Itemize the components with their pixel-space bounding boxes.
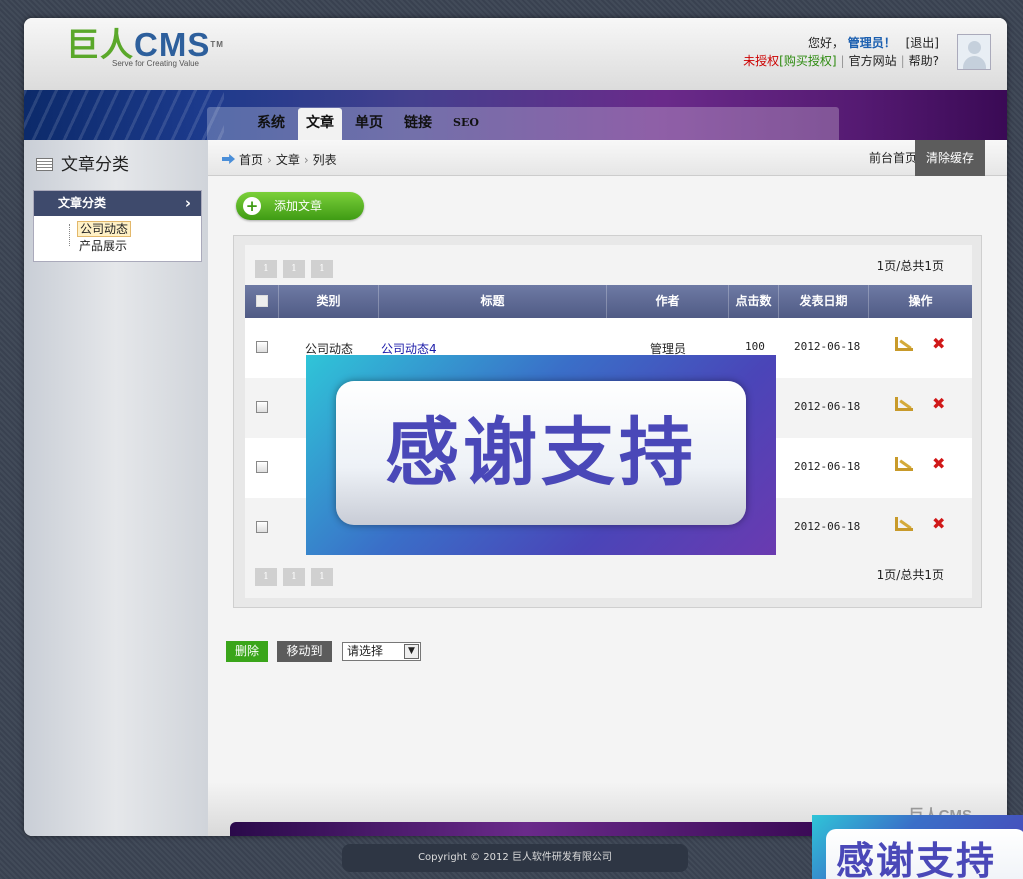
col-date: 发表日期 xyxy=(779,285,869,318)
breadcrumb-bar: 首页 › 文章 › 列表 前台首页 清除缓存 xyxy=(208,140,1007,176)
category-box: 文章分类 › 公司动态 产品展示 xyxy=(33,190,202,262)
col-author: 作者 xyxy=(607,285,729,318)
unauthorized-label: 未授权 xyxy=(743,54,780,68)
add-article-button[interactable]: + 添加文章 xyxy=(236,192,364,220)
delete-icon[interactable]: ✖ xyxy=(932,334,945,353)
breadcrumb-home[interactable]: 首页 xyxy=(239,153,263,167)
chevron-right-icon: › xyxy=(184,194,191,212)
pager-bottom: 1 1 1 1页/总共1页 xyxy=(245,558,972,598)
pager-button[interactable]: 1 xyxy=(311,568,333,586)
row-checkbox[interactable] xyxy=(256,401,268,413)
pager-top: 1 1 1 1页/总共1页 xyxy=(245,245,972,285)
breadcrumb-section[interactable]: 文章 xyxy=(276,153,300,167)
breadcrumb: 首页 › 文章 › 列表 xyxy=(222,151,337,168)
pager-button[interactable]: 1 xyxy=(255,260,277,278)
home-arrow-icon xyxy=(222,154,235,164)
row-date: 2012-06-18 xyxy=(794,340,861,353)
pager-info: 1页/总共1页 xyxy=(876,568,944,582)
avatar[interactable] xyxy=(957,34,991,70)
bulk-actions: 删除 移动到 请选择 ▼ xyxy=(226,641,421,662)
move-to-button[interactable]: 移动到 xyxy=(277,641,332,662)
edit-icon[interactable] xyxy=(895,397,913,411)
row-checkbox[interactable] xyxy=(256,521,268,533)
thanks-overlay-text: 感谢支持 xyxy=(385,410,697,496)
edit-icon[interactable] xyxy=(895,337,913,351)
select-all-checkbox[interactable] xyxy=(255,295,268,307)
logout-link[interactable]: [退出] xyxy=(906,36,939,50)
table-header: 类别 标题 作者 点击数 发表日期 操作 xyxy=(245,285,972,318)
sidebar-item-company-news[interactable]: 公司动态 xyxy=(69,221,201,238)
chevron-down-icon: ▼ xyxy=(404,644,419,659)
row-checkbox[interactable] xyxy=(256,461,268,473)
sidebar-item-products[interactable]: 产品展示 xyxy=(69,238,201,255)
thanks-corner-text: 感谢支持 xyxy=(836,839,997,879)
thanks-corner-badge: 感谢支持 xyxy=(812,815,1023,879)
tab-links[interactable]: 链接 xyxy=(396,108,440,140)
delete-icon[interactable]: ✖ xyxy=(932,454,945,473)
category-select[interactable]: 请选择 ▼ xyxy=(342,642,421,661)
col-actions: 操作 xyxy=(908,294,933,308)
col-title: 标题 xyxy=(379,285,607,318)
col-clicks: 点击数 xyxy=(729,285,779,318)
row-clicks: 100 xyxy=(745,340,765,353)
edit-icon[interactable] xyxy=(895,517,913,531)
logo[interactable]: 巨人CMSTM Serve for Creating Value xyxy=(66,28,224,69)
sidebar-title: 文章分类 xyxy=(24,140,208,190)
help-link[interactable]: 帮助? xyxy=(909,54,939,68)
greeting: 您好， xyxy=(807,36,844,50)
plus-icon: + xyxy=(243,197,261,215)
nav-band: 系统 文章 单页 链接 SEO xyxy=(24,90,1007,140)
clear-cache-button[interactable]: 清除缓存 xyxy=(915,140,985,176)
main-nav-tabs: 系统 文章 单页 链接 SEO xyxy=(249,108,492,140)
copyright: Copyright © 2012 巨人软件研发有限公司 xyxy=(342,844,688,872)
row-date: 2012-06-18 xyxy=(794,400,861,413)
header: 巨人CMSTM Serve for Creating Value 您好， 管理员… xyxy=(24,18,1007,90)
row-checkbox[interactable] xyxy=(256,341,268,353)
tab-system[interactable]: 系统 xyxy=(249,108,293,140)
delete-icon[interactable]: ✖ xyxy=(932,394,945,413)
sidebar: 文章分类 文章分类 › 公司动态 产品展示 xyxy=(24,140,208,836)
pager-info: 1页/总共1页 xyxy=(876,259,944,273)
pager-button[interactable]: 1 xyxy=(311,260,333,278)
pager-button[interactable]: 1 xyxy=(283,260,305,278)
tab-single-page[interactable]: 单页 xyxy=(347,108,391,140)
row-date: 2012-06-18 xyxy=(794,460,861,473)
pager-button[interactable]: 1 xyxy=(283,568,305,586)
official-site-link[interactable]: 官方网站 xyxy=(849,54,897,68)
edit-icon[interactable] xyxy=(895,457,913,471)
user-area: 您好， 管理员！ [退出] 未授权[购买授权] | 官方网站 | 帮助? xyxy=(743,36,939,68)
username-link[interactable]: 管理员！ xyxy=(848,36,896,50)
thanks-overlay-image: 感谢支持 xyxy=(306,355,776,555)
delete-icon[interactable]: ✖ xyxy=(932,514,945,533)
tab-seo[interactable]: SEO xyxy=(445,108,487,140)
category-box-header[interactable]: 文章分类 › xyxy=(34,191,201,216)
tab-article[interactable]: 文章 xyxy=(298,108,342,140)
list-icon xyxy=(36,158,53,171)
bottom-band xyxy=(230,822,820,836)
row-date: 2012-06-18 xyxy=(794,520,861,533)
delete-button[interactable]: 删除 xyxy=(226,641,268,662)
breadcrumb-page: 列表 xyxy=(312,153,337,167)
buy-license-link[interactable]: [购买授权] xyxy=(779,54,836,68)
pager-button[interactable]: 1 xyxy=(255,568,277,586)
col-category: 类别 xyxy=(279,285,379,318)
